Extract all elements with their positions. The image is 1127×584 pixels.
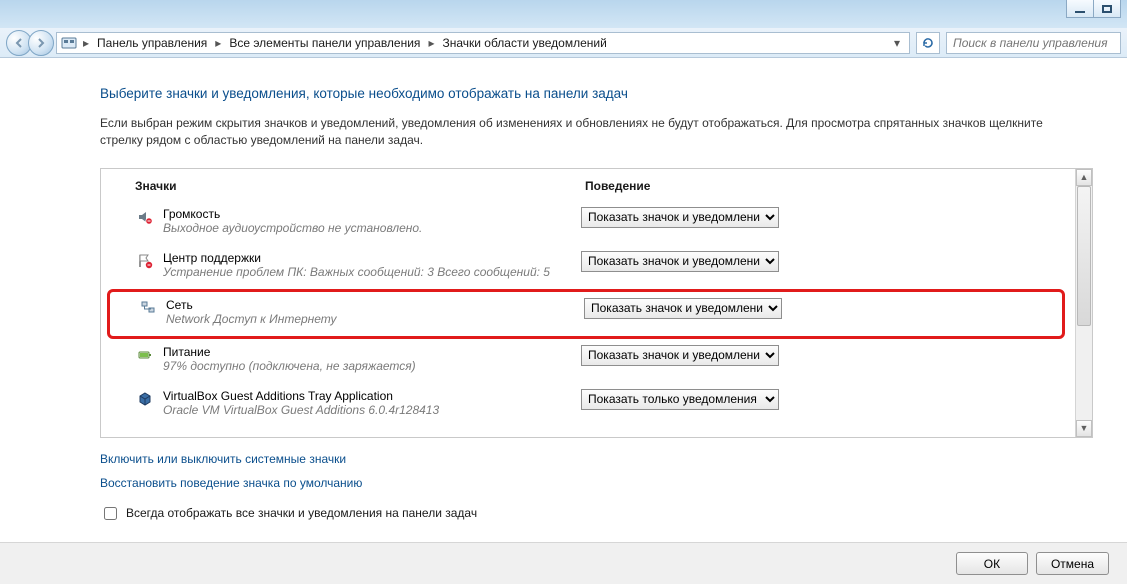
window-maximize-button[interactable]	[1093, 0, 1121, 18]
address-dropdown-icon[interactable]: ▾	[889, 36, 905, 50]
icon-row-title: Сеть	[166, 298, 584, 312]
icon-row-title: Центр поддержки	[163, 251, 581, 265]
window-titlebar	[0, 0, 1127, 28]
breadcrumb-part-1[interactable]: Все элементы панели управления	[227, 34, 422, 52]
cube-icon	[135, 389, 155, 409]
cancel-button[interactable]: Отмена	[1036, 552, 1109, 575]
ok-button[interactable]: ОК	[956, 552, 1028, 575]
behavior-select-4[interactable]: Показать значок и уведомлениПоказать тол…	[581, 389, 779, 410]
scroll-up-button[interactable]: ▲	[1076, 169, 1092, 186]
refresh-button[interactable]	[916, 32, 940, 54]
search-input[interactable]	[946, 32, 1121, 54]
power-icon	[135, 345, 155, 365]
icon-row-0: ГромкостьВыходное аудиоустройство не уст…	[135, 201, 1059, 245]
columns-header: Значки Поведение	[135, 175, 1059, 201]
icon-row-subtitle: 97% доступно (подключена, не заряжается)	[163, 359, 581, 373]
icon-row-title: Питание	[163, 345, 581, 359]
window-minimize-button[interactable]	[1066, 0, 1094, 18]
breadcrumb-part-2[interactable]: Значки области уведомлений	[440, 34, 608, 52]
content-area: Выберите значки и уведомления, которые н…	[0, 58, 1127, 542]
icon-row-text: ГромкостьВыходное аудиоустройство не уст…	[163, 207, 581, 235]
page-title: Выберите значки и уведомления, которые н…	[100, 86, 1093, 101]
volume-icon	[135, 207, 155, 227]
breadcrumb-separator: ▸	[79, 36, 93, 50]
breadcrumb-separator: ▸	[424, 36, 438, 50]
behavior-select-0[interactable]: Показать значок и уведомлениПоказать тол…	[581, 207, 779, 228]
breadcrumb-part-0[interactable]: Панель управления	[95, 34, 209, 52]
icon-row-text: Центр поддержкиУстранение проблем ПК: Ва…	[163, 251, 581, 279]
navbar: ▸ Панель управления ▸ Все элементы панел…	[0, 28, 1127, 58]
breadcrumb-separator: ▸	[211, 36, 225, 50]
page-description: Если выбран режим скрытия значков и увед…	[100, 115, 1080, 150]
scrollbar[interactable]: ▲ ▼	[1075, 169, 1092, 437]
network-icon	[138, 298, 158, 318]
extra-links: Включить или выключить системные значки …	[100, 452, 1093, 500]
icon-row-subtitle: Oracle VM VirtualBox Guest Additions 6.0…	[163, 403, 581, 417]
icon-row-subtitle: Выходное аудиоустройство не установлено.	[163, 221, 581, 235]
icon-row-text: VirtualBox Guest Additions Tray Applicat…	[163, 389, 581, 417]
icon-row-2: СетьNetwork Доступ к ИнтернетуПоказать з…	[107, 289, 1065, 339]
behavior-select-1[interactable]: Показать значок и уведомлениПоказать тол…	[581, 251, 779, 272]
icon-row-4: VirtualBox Guest Additions Tray Applicat…	[135, 383, 1059, 427]
icon-row-1: Центр поддержкиУстранение проблем ПК: Ва…	[135, 245, 1059, 289]
address-bar[interactable]: ▸ Панель управления ▸ Все элементы панел…	[56, 32, 910, 54]
forward-button[interactable]	[28, 30, 54, 56]
scroll-down-button[interactable]: ▼	[1076, 420, 1092, 437]
scroll-track[interactable]	[1076, 186, 1092, 420]
icon-row-subtitle: Устранение проблем ПК: Важных сообщений:…	[163, 265, 581, 279]
column-header-behavior: Поведение	[585, 179, 1059, 193]
nav-history-buttons	[6, 30, 50, 56]
icon-row-title: Громкость	[163, 207, 581, 221]
control-panel-icon	[61, 35, 77, 51]
column-header-icons: Значки	[135, 179, 585, 193]
icons-list-frame: Значки Поведение ГромкостьВыходное аудио…	[100, 168, 1093, 438]
always-show-row: Всегда отображать все значки и уведомлен…	[100, 504, 1093, 523]
scroll-thumb[interactable]	[1077, 186, 1091, 326]
link-toggle-system-icons[interactable]: Включить или выключить системные значки	[100, 452, 346, 466]
footer: ОК Отмена	[0, 542, 1127, 584]
icon-row-subtitle: Network Доступ к Интернету	[166, 312, 584, 326]
link-restore-default[interactable]: Восстановить поведение значка по умолчан…	[100, 476, 362, 490]
icon-row-title: VirtualBox Guest Additions Tray Applicat…	[163, 389, 581, 403]
icon-row-text: Питание97% доступно (подключена, не заря…	[163, 345, 581, 373]
always-show-checkbox[interactable]	[104, 507, 117, 520]
icon-row-text: СетьNetwork Доступ к Интернету	[166, 298, 584, 326]
icon-row-3: Питание97% доступно (подключена, не заря…	[135, 339, 1059, 383]
behavior-select-3[interactable]: Показать значок и уведомлениПоказать тол…	[581, 345, 779, 366]
always-show-label: Всегда отображать все значки и уведомлен…	[126, 506, 477, 520]
flag-icon	[135, 251, 155, 271]
behavior-select-2[interactable]: Показать значок и уведомлениПоказать тол…	[584, 298, 782, 319]
